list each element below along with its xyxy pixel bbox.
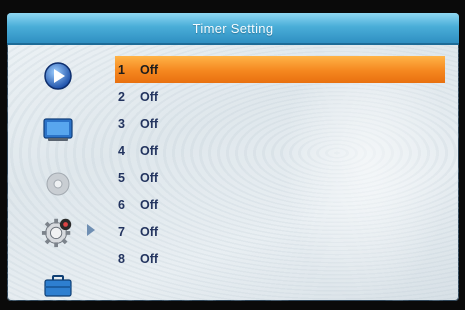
sidebar-item-play[interactable] <box>41 61 75 91</box>
monitor-icon <box>43 118 73 141</box>
chevron-right-icon <box>87 224 95 236</box>
gear-icon <box>41 218 72 248</box>
timer-status: Off <box>140 224 159 239</box>
sidebar-item-tools[interactable] <box>41 271 75 301</box>
timer-number: 5 <box>118 170 125 185</box>
timer-row-2[interactable]: 2 Off <box>115 83 445 110</box>
timer-row-5[interactable]: 5 Off <box>115 164 445 191</box>
timer-status: Off <box>140 251 159 266</box>
sidebar-item-settings[interactable] <box>41 217 75 248</box>
timer-number: 6 <box>118 197 125 212</box>
tv-menu-screen: Timer Setting 1 Off 2 Off 3 Off 4 Off 5 … <box>7 13 459 301</box>
toolbox-icon <box>44 275 72 297</box>
timer-number: 3 <box>118 116 125 131</box>
timer-number: 4 <box>118 143 125 158</box>
timer-row-6[interactable]: 6 Off <box>115 191 445 218</box>
timer-status: Off <box>140 89 159 104</box>
timer-number: 7 <box>118 224 125 239</box>
timer-list: 1 Off 2 Off 3 Off 4 Off 5 Off 6 Off 7 Of… <box>115 56 445 272</box>
timer-number: 1 <box>118 62 125 77</box>
timer-status: Off <box>140 197 159 212</box>
timer-row-8[interactable]: 8 Off <box>115 245 445 272</box>
play-icon <box>44 62 72 90</box>
timer-status: Off <box>140 116 159 131</box>
sidebar-menu <box>27 57 107 297</box>
timer-status: Off <box>140 170 159 185</box>
timer-status: Off <box>140 62 159 77</box>
timer-row-7[interactable]: 7 Off <box>115 218 445 245</box>
sidebar-item-monitor[interactable] <box>41 115 75 145</box>
timer-row-3[interactable]: 3 Off <box>115 110 445 137</box>
page-title: Timer Setting <box>192 20 274 36</box>
timer-status: Off <box>140 143 159 158</box>
disc-icon <box>46 172 70 196</box>
title-bar: Timer Setting <box>7 13 459 45</box>
timer-number: 8 <box>118 251 125 266</box>
timer-row-4[interactable]: 4 Off <box>115 137 445 164</box>
sidebar-item-disc[interactable] <box>41 169 75 199</box>
timer-row-1[interactable]: 1 Off <box>115 56 445 83</box>
timer-number: 2 <box>118 89 125 104</box>
